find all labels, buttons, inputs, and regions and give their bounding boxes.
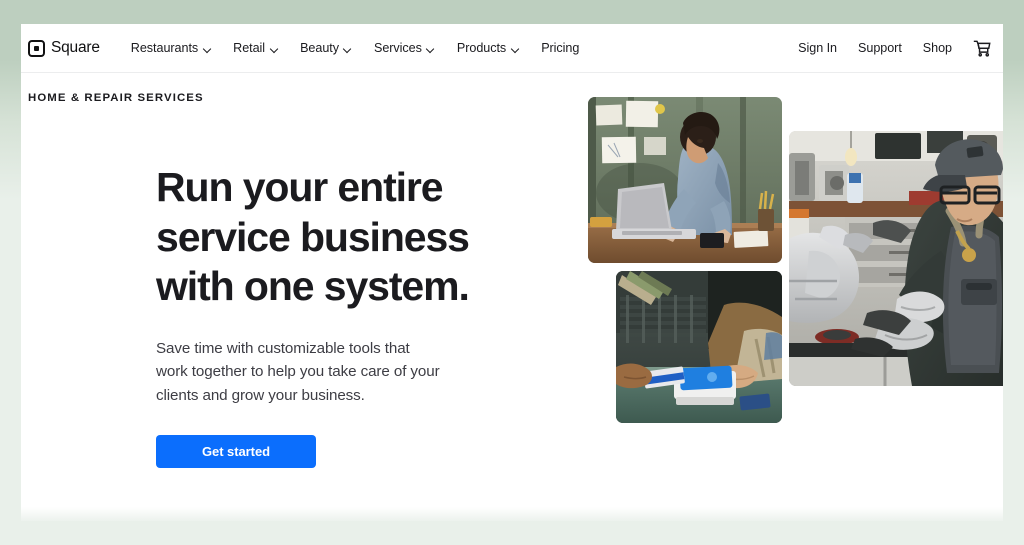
nav-item-pricing[interactable]: Pricing [541,41,579,55]
chevron-down-icon [511,45,519,53]
get-started-button[interactable]: Get started [156,435,316,468]
hero-section: Run your entire service business with on… [21,97,1003,468]
nav-item-label: Products [456,41,507,55]
nav-item-beauty[interactable]: Beauty [300,41,352,55]
nav-item-label: Services [373,41,422,55]
hero-copy: Run your entire service business with on… [156,162,516,468]
nav-item-products[interactable]: Products [457,41,519,55]
hero-image-collage [567,97,1003,427]
nav-item-label: Pricing [541,41,580,55]
nav-left-group: Square Restaurants Retail Beauty Service… [28,39,580,57]
nav-item-label: Retail [233,41,266,55]
nav-item-services[interactable]: Services [374,41,435,55]
square-logo-icon [28,39,45,57]
nav-item-retail[interactable]: Retail [233,41,278,55]
nav-utility-group: Sign In Support Shop [798,39,992,58]
photo-laptop [588,97,782,263]
photo-workshop [789,131,1003,386]
chevron-down-icon [270,45,278,53]
photo-payment [616,271,782,423]
brand-name: Square [51,39,100,57]
nav-item-label: Beauty [300,41,339,55]
nav-support-link[interactable]: Support [858,41,902,55]
nav-item-label: Restaurants [130,41,199,55]
chevron-down-icon [344,45,352,53]
site-navigation: Square Restaurants Retail Beauty Service… [21,24,1003,73]
nav-item-restaurants[interactable]: Restaurants [131,41,211,55]
square-brand-logo[interactable]: Square [28,39,100,57]
nav-shop-link[interactable]: Shop [923,41,952,55]
page-title: Run your entire service business with on… [156,164,470,309]
primary-nav-links: Restaurants Retail Beauty Services Produ… [131,41,580,55]
nav-sign-in-link[interactable]: Sign In [798,41,837,55]
chevron-down-icon [203,45,211,53]
hero-subtitle: Save time with customizable tools that w… [156,339,440,404]
card-bottom-fade [21,507,1003,521]
shopping-cart-icon[interactable] [973,39,992,58]
chevron-down-icon [427,45,435,53]
page-card: Square Restaurants Retail Beauty Service… [21,24,1003,521]
